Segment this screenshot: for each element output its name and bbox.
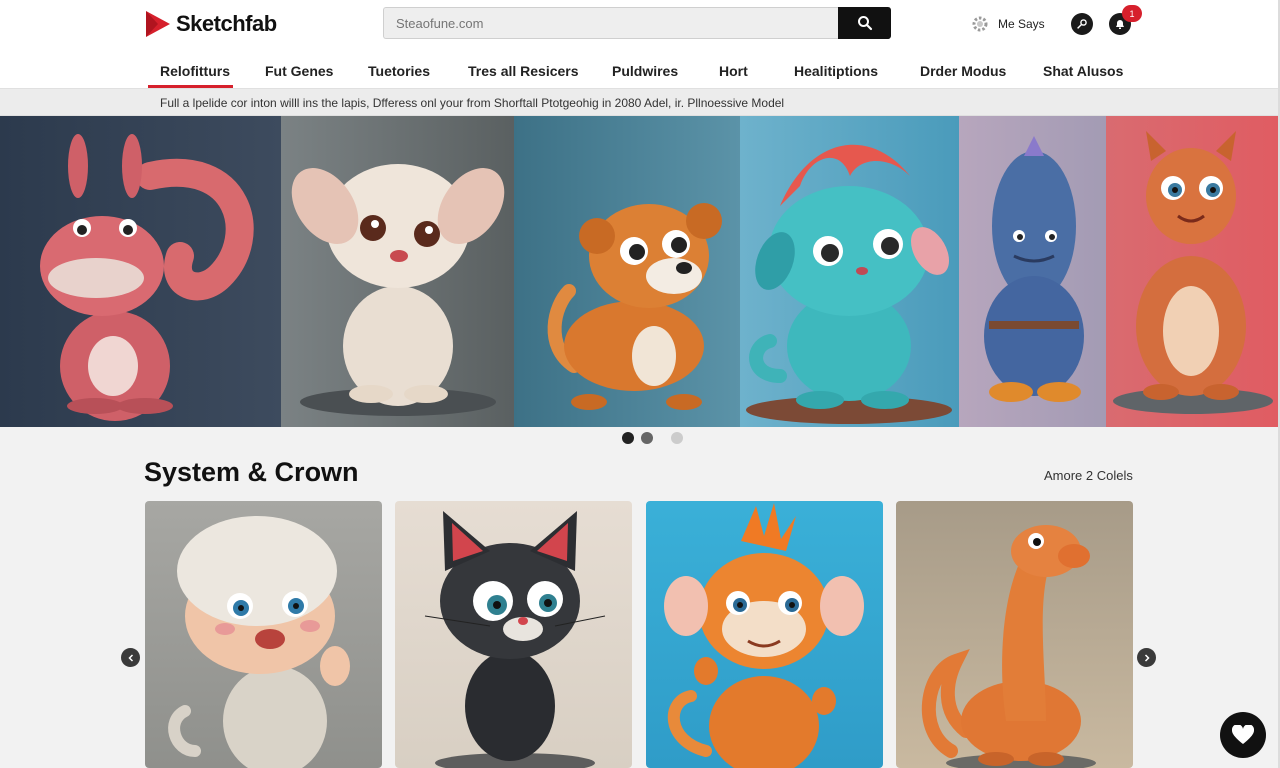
hero-slide-teal-creature[interactable] — [740, 116, 959, 427]
carousel-dot-2[interactable] — [641, 432, 653, 444]
orange-monkey-image — [664, 503, 864, 768]
chevron-right-icon — [1144, 653, 1150, 662]
nav-item-healitiptions[interactable]: Healitiptions — [794, 63, 878, 79]
nav-item-shat-alusos[interactable]: Shat Alusos — [1043, 63, 1123, 79]
search-button[interactable] — [838, 7, 891, 39]
hero-slide-orange-monkey[interactable] — [514, 116, 740, 427]
user-name: Me Says — [998, 17, 1045, 31]
model-card-orange-dinosaur[interactable] — [896, 501, 1133, 768]
logo-icon — [146, 11, 170, 37]
carousel-dot-1[interactable] — [622, 432, 634, 444]
model-card-black-cat[interactable] — [395, 501, 632, 768]
brand-name: Sketchfab — [176, 11, 277, 36]
announcement-bar: Full a lpelide cor inton willl ins the l… — [0, 88, 1280, 116]
hero-slide-pink-creature[interactable] — [0, 116, 281, 427]
key-button[interactable] — [1071, 13, 1093, 35]
category-nav: Relofitturs Fut Genes Tuetories Tres all… — [0, 50, 1280, 88]
chevron-left-icon — [127, 653, 133, 662]
nav-item-tres-all-resicers[interactable]: Tres all Resicers — [468, 63, 579, 79]
key-icon — [1077, 19, 1087, 29]
pink-creature-image — [40, 134, 254, 421]
gear-icon — [972, 16, 988, 32]
notification-badge: 1 — [1122, 5, 1142, 22]
carousel-prev-button[interactable] — [121, 648, 140, 667]
hero-slide-cream-puppy[interactable] — [281, 116, 514, 427]
model-card-orange-monkey[interactable] — [646, 501, 883, 768]
hero-carousel[interactable] — [0, 116, 1280, 427]
blue-figure-image — [984, 136, 1084, 402]
orange-creature-image — [1113, 131, 1273, 414]
section-title: System & Crown — [144, 457, 359, 487]
sketchfab-logo[interactable]: Sketchfab — [144, 8, 277, 40]
nav-item-fut-genes[interactable]: Fut Genes — [265, 63, 333, 79]
model-card-baby-in-beanie[interactable] — [145, 501, 382, 768]
baby-in-beanie-image — [168, 516, 350, 768]
search-input[interactable] — [383, 7, 838, 39]
orange-dinosaur-image — [921, 525, 1096, 768]
announcement-text: Full a lpelide cor inton willl ins the l… — [160, 96, 785, 110]
nav-item-hort[interactable]: Hort — [719, 63, 748, 79]
search-icon — [857, 16, 872, 31]
cream-puppy-image — [291, 164, 505, 416]
user-menu[interactable]: Me Says — [970, 14, 1045, 34]
heart-icon — [1232, 725, 1254, 744]
teal-creature-image — [746, 144, 952, 424]
carousel-dot-3[interactable] — [671, 432, 683, 444]
carousel-pagination — [620, 432, 690, 446]
orange-monkey-image — [547, 203, 722, 410]
favorite-button[interactable] — [1220, 712, 1266, 758]
carousel-next-button[interactable] — [1137, 648, 1156, 667]
hero-slide-blue-figure[interactable] — [959, 116, 1106, 427]
top-header: Sketchfab Me Says 1 — [0, 0, 1280, 50]
nav-item-tuetories[interactable]: Tuetories — [368, 63, 430, 79]
hero-slide-orange-creature[interactable] — [1106, 116, 1280, 427]
search-bar — [383, 7, 891, 39]
black-cat-image — [424, 511, 606, 768]
section-more-link[interactable]: Amore 2 Colels — [1044, 468, 1133, 483]
nav-item-relofitturs[interactable]: Relofitturs — [160, 63, 230, 79]
nav-item-drder-modus[interactable]: Drder Modus — [920, 63, 1006, 79]
nav-item-puldwires[interactable]: Puldwires — [612, 63, 678, 79]
